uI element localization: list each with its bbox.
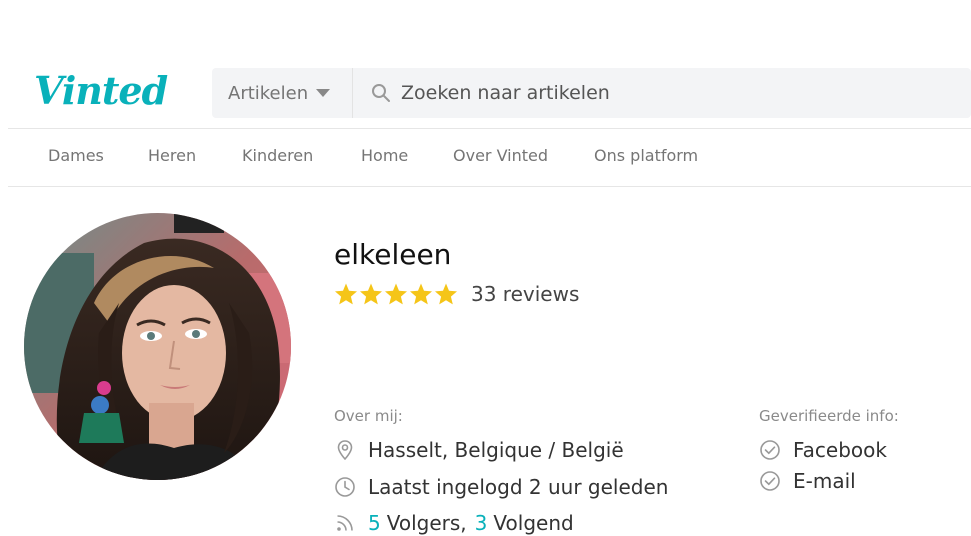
star-icon [335, 283, 357, 305]
rating[interactable]: 33 reviews [334, 282, 579, 306]
nav-item-kinderen[interactable]: Kinderen [242, 146, 313, 165]
nav-item-ons-platform[interactable]: Ons platform [594, 146, 698, 165]
location-text: Hasselt, Belgique / België [368, 438, 624, 462]
avatar[interactable] [24, 213, 291, 480]
star-rating [334, 282, 459, 306]
nav-divider [8, 186, 971, 187]
vinted-logo[interactable]: Vinted [34, 68, 168, 113]
followers-row: 5 Volgers, 3 Volgend [334, 511, 574, 535]
following-label: Volgend [493, 511, 574, 535]
username: elkeleen [334, 238, 452, 271]
avatar-portrait-image [24, 213, 291, 480]
star-icon [410, 283, 432, 305]
nav-item-dames[interactable]: Dames [48, 146, 104, 165]
location-row: Hasselt, Belgique / België [334, 438, 624, 462]
rss-icon [337, 515, 353, 531]
check-circle-icon [760, 440, 780, 460]
verified-facebook-row: Facebook [759, 438, 887, 462]
verified-email-text: E-mail [793, 469, 856, 493]
star-icon [360, 283, 382, 305]
nav-item-home[interactable]: Home [361, 146, 408, 165]
caret-down-icon [316, 89, 331, 97]
star-icon [385, 283, 407, 305]
followers-count-link[interactable]: 5 [368, 511, 381, 535]
last-login-row: Laatst ingelogd 2 uur geleden [334, 475, 668, 499]
verified-facebook-text: Facebook [793, 438, 887, 462]
category-select[interactable]: Artikelen [212, 68, 353, 118]
star-icon [435, 283, 457, 305]
search-field [353, 68, 971, 118]
reviews-link[interactable]: 33 reviews [471, 282, 579, 306]
following-count-link[interactable]: 3 [475, 511, 488, 535]
category-select-label: Artikelen [228, 82, 309, 104]
about-label: Over mij: [334, 407, 403, 425]
followers-label: Volgers, [386, 511, 467, 535]
search-bar: Artikelen [212, 68, 971, 118]
search-input[interactable] [401, 82, 961, 104]
search-icon [372, 84, 390, 102]
check-circle-icon [760, 471, 780, 491]
header-divider [8, 128, 971, 129]
header: Vinted Artikelen [0, 64, 971, 126]
clock-icon [335, 477, 355, 497]
verified-label: Geverifieerde info: [759, 407, 899, 425]
nav-item-heren[interactable]: Heren [148, 146, 196, 165]
nav-item-over-vinted[interactable]: Over Vinted [453, 146, 548, 165]
location-pin-icon [337, 440, 353, 461]
last-login-text: Laatst ingelogd 2 uur geleden [368, 475, 669, 499]
verified-email-row: E-mail [759, 469, 856, 493]
